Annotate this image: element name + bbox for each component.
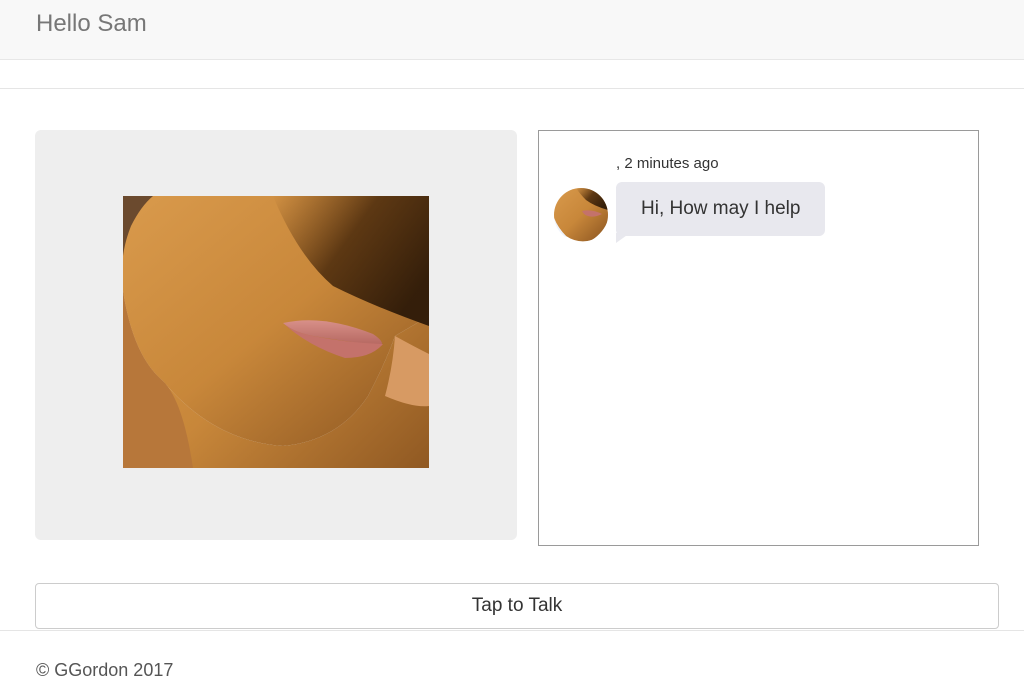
message-timestamp: , 2 minutes ago [616, 155, 719, 172]
navbar: Hello Sam [0, 0, 1024, 60]
header-divider [0, 88, 1024, 89]
avatar-face-icon [123, 196, 429, 468]
avatar-thumbnail-icon [554, 188, 608, 242]
brand-title[interactable]: Hello Sam [36, 10, 147, 38]
chat-message-bubble: Hi, How may I help [616, 182, 826, 236]
footer-divider [0, 630, 1024, 631]
chat-panel: , 2 minutes ago Hi, How may I help [538, 130, 979, 546]
bubble-tail [616, 233, 630, 243]
avatar-panel [35, 130, 517, 540]
tap-to-talk-button[interactable]: Tap to Talk [35, 583, 999, 629]
footer-copyright: © GGordon 2017 [36, 660, 174, 680]
